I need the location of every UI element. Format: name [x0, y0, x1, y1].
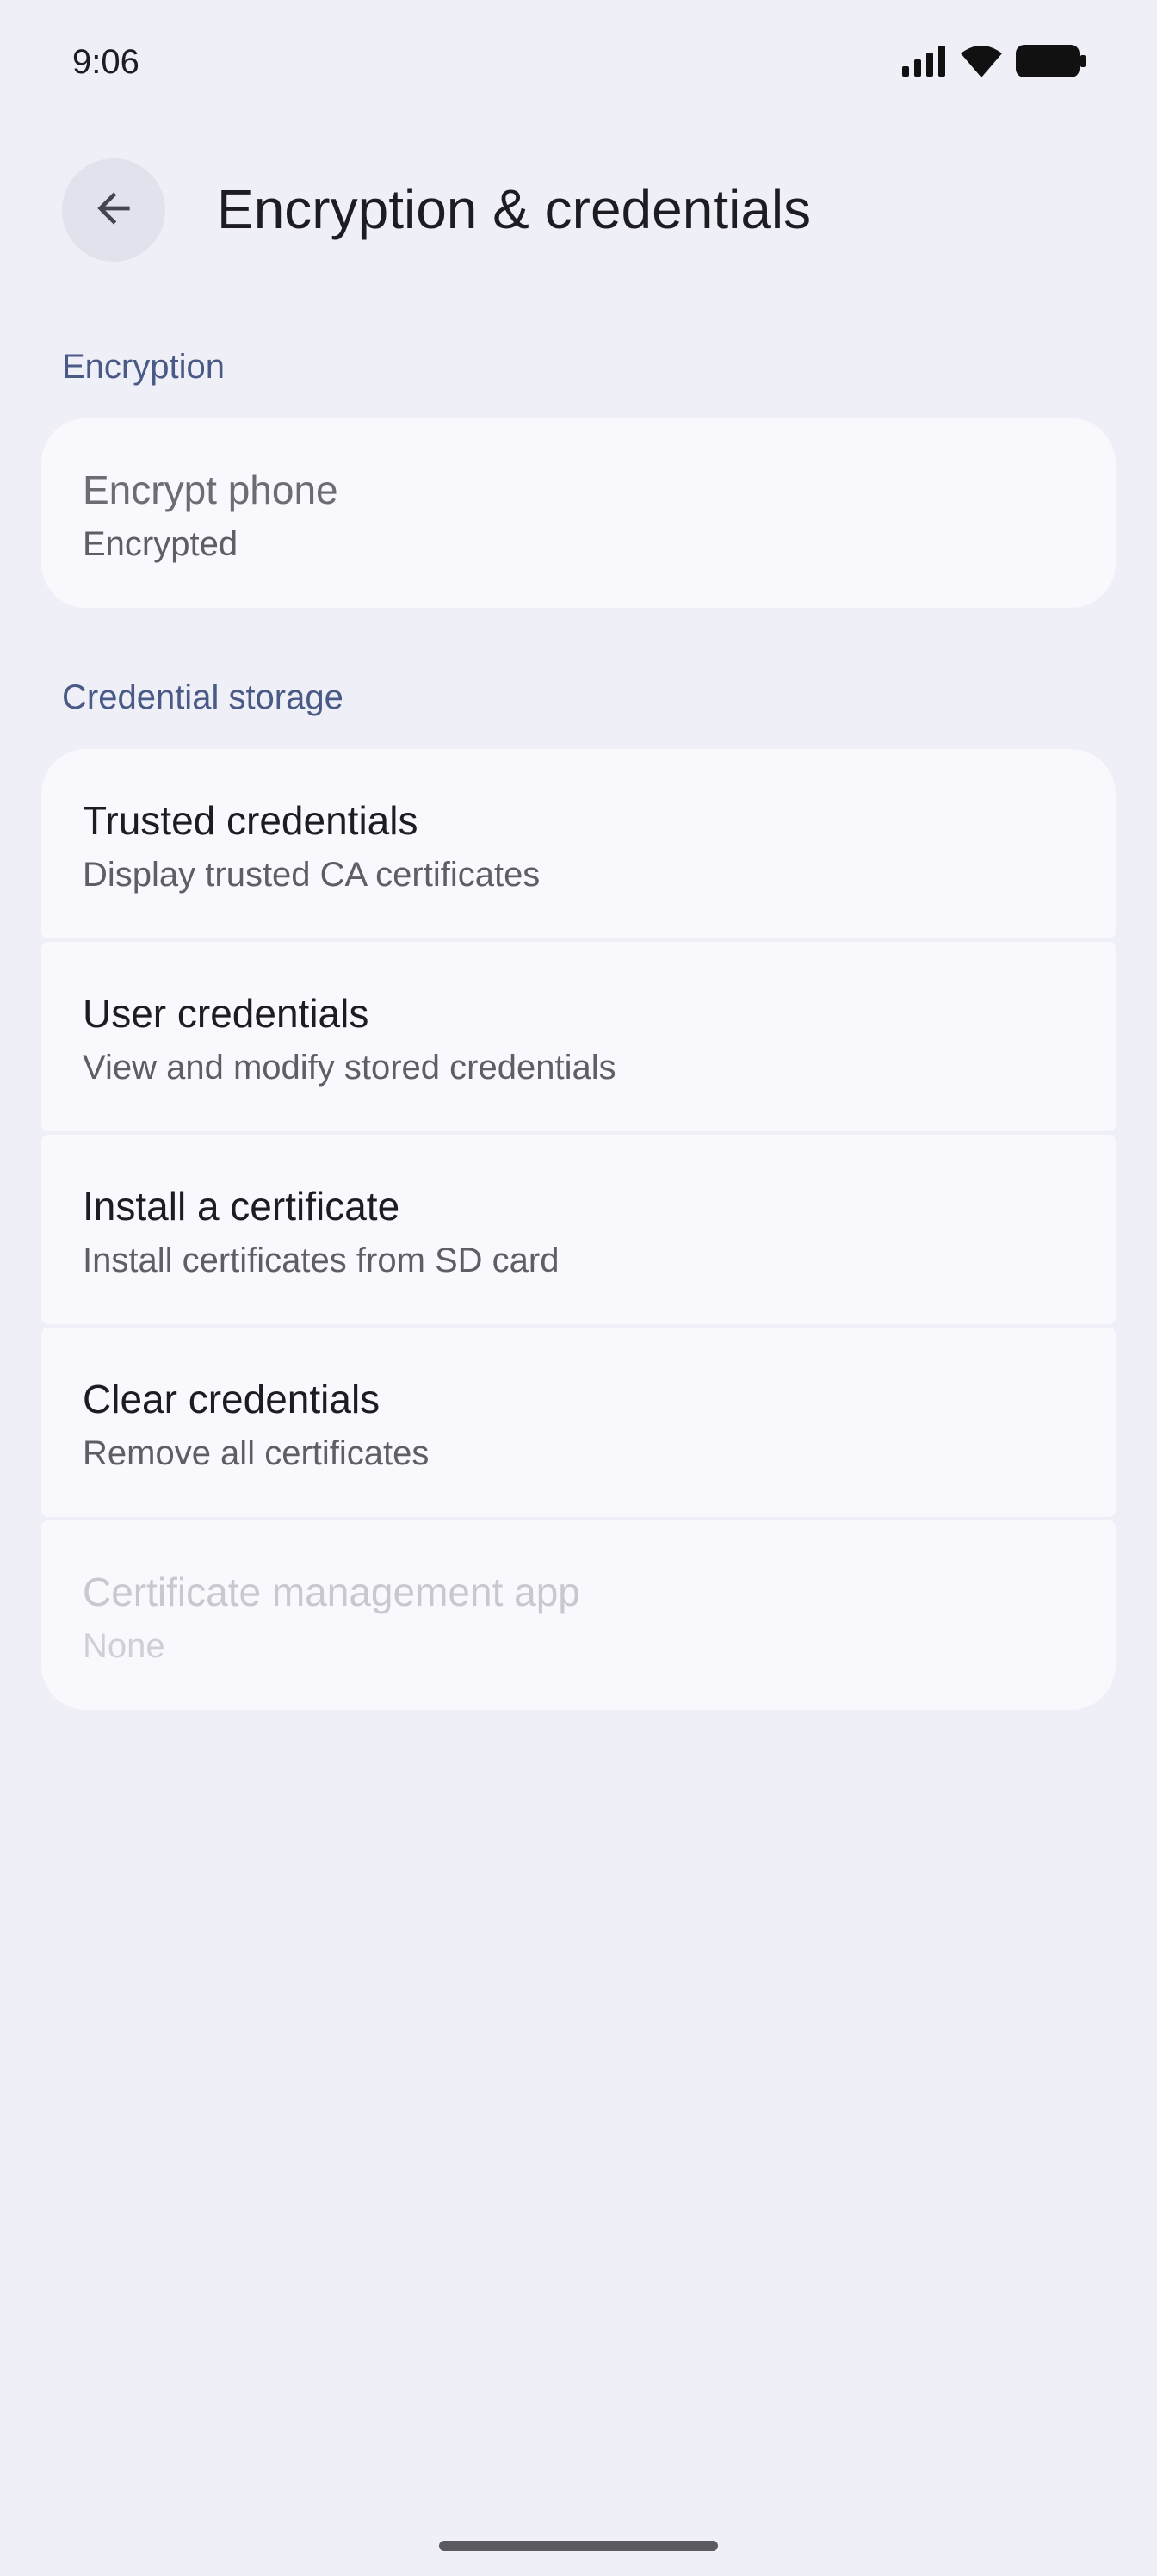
arrow-back-icon [90, 184, 138, 237]
encryption-group: Encrypt phone Encrypted [41, 418, 1116, 608]
battery-icon [1016, 45, 1086, 82]
certificate-management-app-item: Certificate management app None [41, 1520, 1116, 1710]
encrypt-phone-item[interactable]: Encrypt phone Encrypted [41, 418, 1116, 608]
clear-credentials-item[interactable]: Clear credentials Remove all certificate… [41, 1328, 1116, 1517]
item-title: Encrypt phone [83, 468, 338, 512]
section-header-credential-storage: Credential storage [62, 678, 343, 716]
back-button[interactable] [62, 158, 165, 262]
item-subtitle: Encrypted [83, 525, 238, 563]
section-header-encryption: Encryption [62, 348, 225, 386]
home-indicator[interactable] [439, 2541, 718, 2551]
item-subtitle: None [83, 1627, 165, 1665]
wifi-icon [961, 45, 1002, 82]
item-title: Trusted credentials [83, 798, 418, 843]
status-bar: 9:06 [0, 0, 1157, 129]
item-subtitle: Remove all certificates [83, 1434, 430, 1472]
credential-storage-group: Trusted credentials Display trusted CA c… [41, 749, 1116, 1710]
signal-icon [902, 46, 947, 81]
item-title: User credentials [83, 991, 369, 1036]
item-subtitle: View and modify stored credentials [83, 1049, 616, 1087]
item-title: Install a certificate [83, 1184, 400, 1229]
trusted-credentials-item[interactable]: Trusted credentials Display trusted CA c… [41, 749, 1116, 938]
user-credentials-item[interactable]: User credentials View and modify stored … [41, 942, 1116, 1131]
status-time: 9:06 [72, 43, 139, 81]
item-title: Certificate management app [83, 1570, 580, 1614]
item-title: Clear credentials [83, 1377, 381, 1421]
install-certificate-item[interactable]: Install a certificate Install certificat… [41, 1135, 1116, 1324]
item-subtitle: Install certificates from SD card [83, 1242, 560, 1279]
item-subtitle: Display trusted CA certificates [83, 856, 541, 894]
page-title: Encryption & credentials [217, 178, 812, 240]
app-bar: Encryption & credentials [0, 155, 1157, 262]
status-icons [902, 45, 1086, 82]
